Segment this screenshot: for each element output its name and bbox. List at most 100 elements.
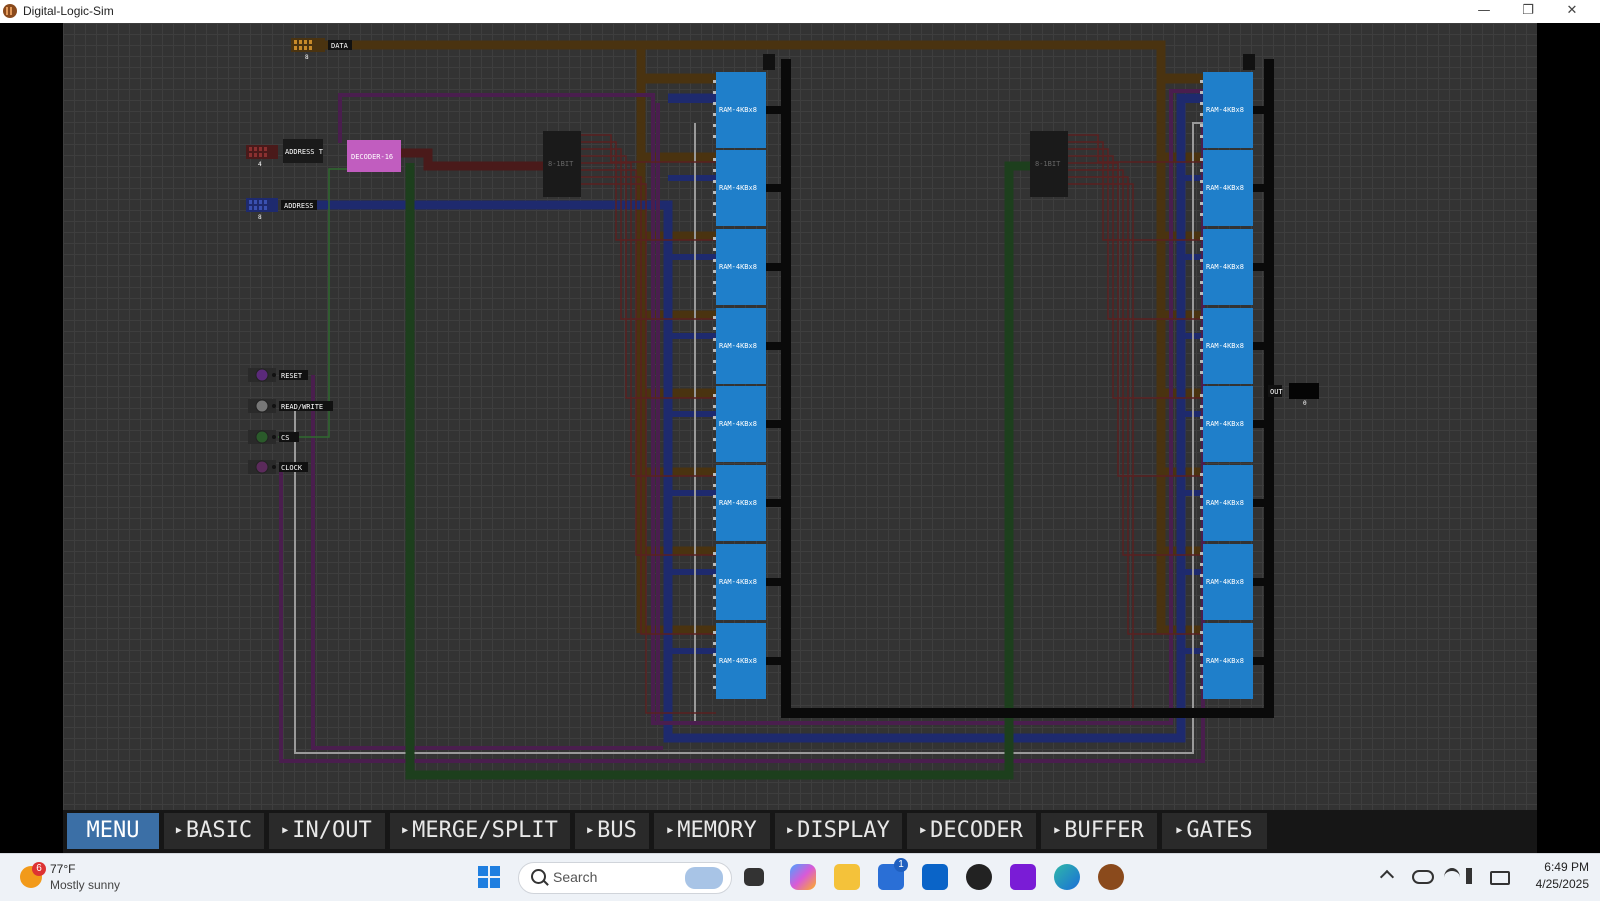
ram-chip[interactable]: RAM-4KBx8 xyxy=(713,623,766,699)
category-in-out[interactable]: ▶ IN/OUT xyxy=(269,813,385,849)
splitter-right-label: 8-1BIT xyxy=(1035,160,1061,168)
app-icon xyxy=(3,4,17,18)
component-menu-bar: MENU ▶ BASIC ▶ IN/OUT ▶ MERGE/SPLIT ▶ BUS ▶ M… xyxy=(63,810,1537,853)
ram-chip-label: RAM-4KBx8 xyxy=(719,420,757,428)
ram-chip-label: RAM-4KBx8 xyxy=(1206,263,1244,271)
address-input-node[interactable]: ADDRESS 8 xyxy=(246,198,317,221)
title-bar: Digital-Logic-Sim — ❐ ✕ xyxy=(0,0,1600,23)
output-latch-left xyxy=(763,54,775,70)
taskbar-search[interactable]: Search xyxy=(518,862,732,894)
ram-chip[interactable]: RAM-4KBx8 xyxy=(1200,229,1253,305)
control-pin-label: RESET xyxy=(281,372,303,380)
search-highlight-icon xyxy=(685,867,723,889)
weather-widget[interactable]: 6 77°F Mostly sunny xyxy=(18,860,158,896)
store-icon[interactable]: 1 xyxy=(878,858,908,890)
taskbar: 6 77°F Mostly sunny Search 1 6:49 PM 4/2… xyxy=(0,853,1600,901)
data-input-bits: 8 xyxy=(305,54,309,61)
ram-chip[interactable]: RAM-4KBx8 xyxy=(713,465,766,541)
battery-icon[interactable] xyxy=(1490,871,1510,885)
ram-chip-label: RAM-4KBx8 xyxy=(1206,657,1244,665)
circuit-diagram: DATA 8 ADDRESS T 4 ADDRESS 8 DECODER-16 … xyxy=(246,38,1319,780)
task-view-icon[interactable] xyxy=(744,868,764,886)
output-label: OUT xyxy=(1270,388,1283,396)
address-t-label: ADDRESS T xyxy=(285,148,324,156)
clock-time[interactable]: 6:49 PM xyxy=(1525,860,1589,874)
ram-chip[interactable]: RAM-4KBx8 xyxy=(713,544,766,620)
ram-chip[interactable]: RAM-4KBx8 xyxy=(1200,150,1253,226)
category-basic[interactable]: ▶ BASIC xyxy=(164,813,264,849)
close-button[interactable]: ✕ xyxy=(1550,0,1594,23)
ram-chip-label: RAM-4KBx8 xyxy=(1206,499,1244,507)
ram-chip[interactable]: RAM-4KBx8 xyxy=(1200,308,1253,384)
category-display[interactable]: ▶ DISPLAY xyxy=(775,813,902,849)
category-buffer[interactable]: ▶ BUFFER xyxy=(1041,813,1157,849)
ram-chip[interactable]: RAM-4KBx8 xyxy=(713,308,766,384)
weather-badge: 6 xyxy=(32,862,46,876)
control-pin-read-write[interactable]: READ/WRITE xyxy=(248,399,333,413)
data-input-node[interactable]: DATA 8 xyxy=(291,38,352,61)
app-dark-icon[interactable] xyxy=(966,864,992,890)
wifi-icon[interactable] xyxy=(1444,868,1460,887)
ram-chip-label: RAM-4KBx8 xyxy=(1206,342,1244,350)
category-memory[interactable]: ▶ MEMORY xyxy=(654,813,770,849)
tubi-icon[interactable] xyxy=(1010,864,1036,890)
category-merge-split[interactable]: ▶ MERGE/SPLIT xyxy=(390,813,570,849)
search-placeholder: Search xyxy=(553,869,598,885)
decoder-output-wire xyxy=(401,148,553,171)
weather-condition: Mostly sunny xyxy=(50,878,121,892)
ram-chip-label: RAM-4KBx8 xyxy=(719,263,757,271)
control-pin-label: CLOCK xyxy=(281,464,303,472)
outlook-icon[interactable] xyxy=(922,864,948,890)
ram-chip[interactable]: RAM-4KBx8 xyxy=(1200,544,1253,620)
ram-chip[interactable]: RAM-4KBx8 xyxy=(713,150,766,226)
ram-chip[interactable]: RAM-4KBx8 xyxy=(1200,386,1253,462)
control-pin-cs[interactable]: CS xyxy=(248,430,299,444)
ram-column-right: RAM-4KBx8 RAM-4KBx8 RAM-4KBx8 RAM-4KBx8 RAM-… xyxy=(1200,72,1253,699)
category-bus[interactable]: ▶ BUS xyxy=(575,813,649,849)
ram-chip[interactable]: RAM-4KBx8 xyxy=(1200,465,1253,541)
ram-chip[interactable]: RAM-4KBx8 xyxy=(1200,623,1253,699)
file-explorer-icon[interactable] xyxy=(834,864,860,890)
ram-chip-label: RAM-4KBx8 xyxy=(719,499,757,507)
address-bits: 8 xyxy=(258,214,262,221)
volume-icon[interactable] xyxy=(1466,868,1486,884)
search-icon-handle xyxy=(543,880,549,886)
decoder-16-chip[interactable]: DECODER-16 xyxy=(347,140,401,172)
ram-chip[interactable]: RAM-4KBx8 xyxy=(713,72,766,148)
onedrive-icon[interactable] xyxy=(1412,870,1434,884)
output-latch-right xyxy=(1243,54,1255,70)
ram-chip-label: RAM-4KBx8 xyxy=(719,657,757,665)
category-gates[interactable]: ▶ GATES xyxy=(1162,813,1267,849)
ram-chip[interactable]: RAM-4KBx8 xyxy=(1200,72,1253,148)
tray-chevron-icon[interactable] xyxy=(1379,869,1395,885)
start-button[interactable] xyxy=(478,866,500,888)
output-value: 0 xyxy=(1303,400,1307,407)
window-title: Digital-Logic-Sim xyxy=(23,4,114,18)
control-pin-label: CS xyxy=(281,434,289,442)
control-pin-label: READ/WRITE xyxy=(281,403,323,411)
weather-temp: 77°F xyxy=(50,862,76,876)
circuit-canvas[interactable]: DATA 8 ADDRESS T 4 ADDRESS 8 DECODER-16 … xyxy=(63,23,1537,810)
ram-chip-label: RAM-4KBx8 xyxy=(1206,106,1244,114)
ram-chip-label: RAM-4KBx8 xyxy=(719,106,757,114)
restore-button[interactable]: ❐ xyxy=(1506,0,1550,23)
category-decoder[interactable]: ▶ DECODER xyxy=(907,813,1036,849)
splitter-right[interactable]: 8-1BIT xyxy=(1030,131,1068,197)
ram-chip[interactable]: RAM-4KBx8 xyxy=(713,229,766,305)
ram-chip-label: RAM-4KBx8 xyxy=(1206,578,1244,586)
clock-date[interactable]: 4/25/2025 xyxy=(1525,877,1589,891)
splitter-left[interactable]: 8-1BIT xyxy=(543,131,581,197)
control-pin-reset[interactable]: RESET xyxy=(248,368,308,382)
minimize-button[interactable]: — xyxy=(1462,0,1506,23)
address-t-bits: 4 xyxy=(258,161,262,168)
splitter-left-label: 8-1BIT xyxy=(548,160,574,168)
control-pin-clock[interactable]: CLOCK xyxy=(248,460,308,474)
menu-button[interactable]: MENU xyxy=(67,813,159,849)
output-node[interactable]: OUT 0 xyxy=(1268,383,1319,407)
ram-chip-label: RAM-4KBx8 xyxy=(719,184,757,192)
ram-chip[interactable]: RAM-4KBx8 xyxy=(713,386,766,462)
address-t-input-node[interactable]: ADDRESS T 4 xyxy=(246,139,324,168)
edge-icon[interactable] xyxy=(1054,864,1080,890)
copilot-icon[interactable] xyxy=(790,864,816,890)
digital-logic-sim-icon[interactable] xyxy=(1098,864,1124,890)
